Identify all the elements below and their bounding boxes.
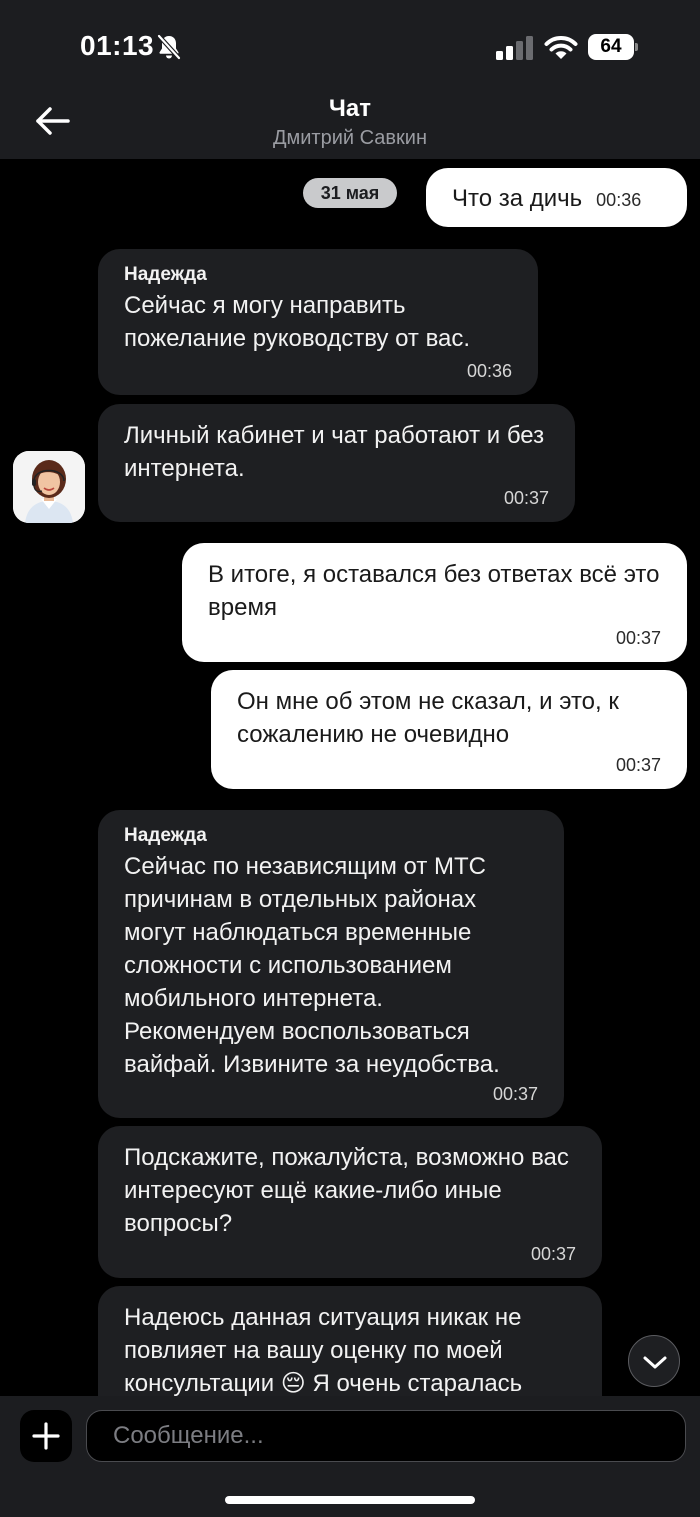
incoming-message[interactable]: Надежда Сейчас по независящим от МТС при… (98, 810, 564, 1118)
chat-subtitle: Дмитрий Савкин (272, 127, 428, 149)
battery-icon: 64 (588, 34, 638, 60)
incoming-message[interactable]: Подскажите, пожалуйста, возможно вас инт… (98, 1126, 602, 1278)
wifi-icon (544, 36, 578, 59)
message-text: Что за дичь (452, 185, 583, 212)
message-text: Личный кабинет и чат работают и без инте… (124, 422, 545, 482)
sender-name: Надежда (124, 825, 207, 846)
message-time: 00:37 (615, 628, 661, 648)
message-text: Сейчас по независящим от МТС причинам в … (124, 853, 500, 1078)
operator-avatar[interactable] (13, 451, 85, 523)
battery-level: 64 (588, 34, 634, 60)
scroll-down-button[interactable] (628, 1335, 680, 1387)
chevron-down-icon (643, 1356, 667, 1369)
top-bar: 01:13 64 Чат Дмитрий Савкин (0, 0, 700, 159)
chat-title: Чат (329, 95, 371, 122)
incoming-message[interactable]: Надежда Сейчас я могу направить пожелани… (98, 249, 538, 395)
message-input[interactable] (86, 1410, 686, 1462)
home-indicator (225, 1496, 475, 1504)
message-time: 00:37 (503, 488, 549, 508)
outgoing-message[interactable]: В итоге, я оставался без ответах всё это… (182, 543, 687, 662)
message-text: Он мне об этом не сказал, и это, к сожал… (237, 688, 619, 748)
sender-name: Надежда (124, 264, 207, 285)
message-time: 00:36 (466, 361, 512, 381)
message-time: 00:37 (492, 1084, 538, 1104)
outgoing-message[interactable]: Что за дичь 00:36 (426, 168, 687, 227)
attach-button[interactable] (20, 1410, 72, 1462)
battery-tip (635, 43, 638, 51)
plus-icon (32, 1422, 60, 1450)
signal-icon (496, 36, 533, 60)
message-time: 00:36 (596, 190, 642, 210)
chat-messages[interactable]: 31 мая Что за дичь 00:36 Надежда Сейчас я… (0, 159, 700, 1396)
message-text: Подскажите, пожалуйста, возможно вас инт… (124, 1144, 569, 1237)
incoming-message[interactable]: Личный кабинет и чат работают и без инте… (98, 404, 575, 522)
message-time: 00:37 (615, 755, 661, 775)
message-text: Сейчас я могу направить пожелание руково… (124, 292, 471, 352)
date-chip: 31 мая (303, 178, 397, 208)
bell-slash-icon (157, 34, 181, 60)
message-text: Надеюсь данная ситуация никак не повлияе… (124, 1304, 523, 1396)
avatar-photo-icon (13, 451, 85, 523)
message-text: В итоге, я оставался без ответах всё это… (208, 561, 660, 621)
message-time: 00:37 (530, 1244, 576, 1264)
composer (0, 1396, 700, 1517)
incoming-message[interactable]: Надеюсь данная ситуация никак не повлияе… (98, 1286, 602, 1396)
outgoing-message[interactable]: Он мне об этом не сказал, и это, к сожал… (211, 670, 687, 789)
status-time: 01:13 (80, 30, 155, 61)
